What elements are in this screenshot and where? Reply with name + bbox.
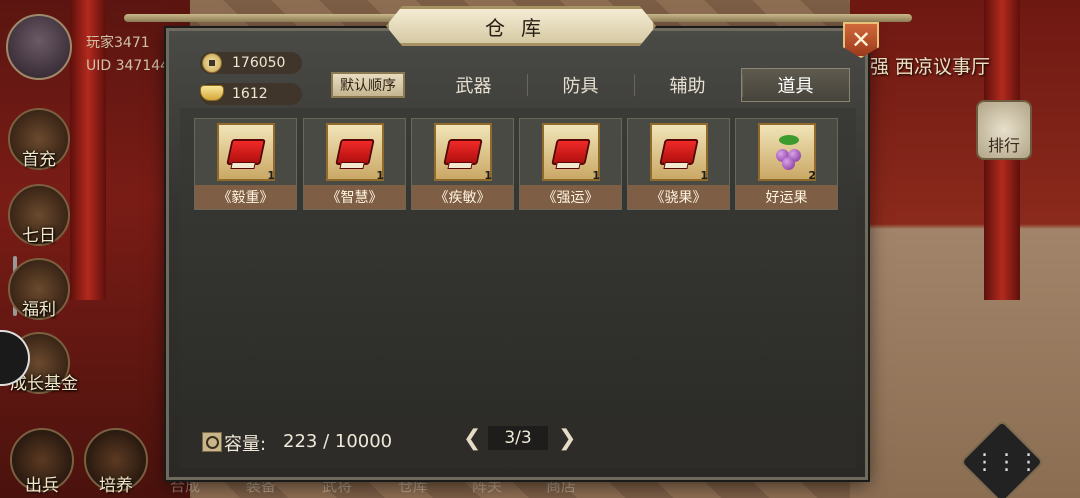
default-sort-button[interactable]: 默认顺序 bbox=[331, 72, 405, 98]
item-slot[interactable]: 1 《强运》 bbox=[519, 118, 622, 210]
player-avatar[interactable] bbox=[6, 14, 72, 80]
room-title: 强 西凉议事厅 bbox=[870, 56, 991, 78]
red-book-icon bbox=[659, 139, 699, 165]
item-icon-frame: 1 bbox=[650, 123, 708, 182]
left-hud: 玩家3471 UID 347144 首充 七日 福利 成长基金 出兵 培养 bbox=[0, 0, 180, 498]
item-name: 《毅重》 bbox=[195, 185, 296, 209]
fruit-leaf bbox=[779, 135, 799, 145]
purple-fruit-icon bbox=[774, 135, 804, 171]
item-name: 好运果 bbox=[736, 185, 837, 209]
item-count: 1 bbox=[484, 169, 492, 182]
item-count: 1 bbox=[376, 169, 384, 182]
item-name: 《智慧》 bbox=[304, 185, 405, 209]
first-recharge-button[interactable]: 首充 bbox=[8, 108, 70, 170]
battle-button[interactable]: 出兵 bbox=[10, 428, 74, 496]
item-name: 《骁果》 bbox=[628, 185, 729, 209]
welfare-label: 福利 bbox=[22, 300, 56, 320]
red-book-icon bbox=[443, 139, 483, 165]
first-recharge-label: 首充 bbox=[22, 150, 56, 170]
seven-day-button[interactable]: 七日 bbox=[8, 184, 70, 246]
item-icon-frame: 1 bbox=[217, 123, 275, 182]
next-page-button[interactable]: ❯ bbox=[558, 426, 576, 451]
previous-page-button[interactable]: ❮ bbox=[463, 426, 481, 451]
player-name: 玩家3471 bbox=[86, 35, 150, 51]
dialog-title: 仓库 bbox=[485, 16, 557, 40]
train-button[interactable]: 培养 bbox=[84, 428, 148, 496]
item-slot[interactable]: 1 《骁果》 bbox=[627, 118, 730, 210]
capacity-value: 223 / 10000 bbox=[283, 431, 393, 452]
seven-day-label: 七日 bbox=[22, 226, 56, 246]
item-slot[interactable]: 2 好运果 bbox=[735, 118, 838, 210]
red-book-icon bbox=[551, 139, 591, 165]
fruit-berry bbox=[782, 157, 795, 170]
item-icon-frame: 1 bbox=[434, 123, 492, 182]
item-icon-frame: 2 bbox=[758, 123, 816, 182]
train-label: 培养 bbox=[99, 476, 133, 496]
item-count: 1 bbox=[267, 169, 275, 182]
red-book-icon bbox=[226, 139, 266, 165]
item-slot[interactable]: 1 《智慧》 bbox=[303, 118, 406, 210]
copper-coin-icon bbox=[202, 53, 222, 73]
item-icon-frame: 1 bbox=[542, 123, 600, 182]
page-indicator: 3/3 bbox=[488, 426, 548, 450]
item-count: 2 bbox=[808, 169, 816, 182]
capacity-label: 容量: bbox=[224, 434, 267, 455]
item-count: 1 bbox=[592, 169, 600, 182]
tab-accessories[interactable]: 辅助 bbox=[634, 68, 741, 102]
item-icon-frame: 1 bbox=[326, 123, 384, 182]
tab-weapons[interactable]: 武器 bbox=[420, 68, 527, 102]
battle-label: 出兵 bbox=[25, 476, 59, 496]
item-count: 1 bbox=[700, 169, 708, 182]
category-tabs: 武器 防具 辅助 道具 bbox=[420, 68, 850, 102]
gold-currency: 1612 bbox=[200, 83, 302, 105]
item-name: 《疾敏》 bbox=[412, 185, 513, 209]
item-slot[interactable]: 1 《毅重》 bbox=[194, 118, 297, 210]
item-slot[interactable]: 1 《疾敏》 bbox=[411, 118, 514, 210]
item-name: 《强运》 bbox=[520, 185, 621, 209]
magnifier-icon bbox=[202, 432, 222, 452]
menu-icon: ⋮⋮⋮ bbox=[973, 449, 1040, 475]
welfare-button[interactable]: 福利 bbox=[8, 258, 70, 320]
gold-amount: 1612 bbox=[232, 86, 268, 102]
tab-items[interactable]: 道具 bbox=[741, 68, 850, 102]
tab-armor[interactable]: 防具 bbox=[527, 68, 634, 102]
copper-amount: 176050 bbox=[232, 55, 286, 71]
copper-currency: 176050 bbox=[200, 52, 302, 74]
player-uid: UID 347144 bbox=[86, 58, 170, 74]
rank-button[interactable]: 排行 bbox=[976, 100, 1032, 160]
gold-ingot-icon bbox=[200, 85, 224, 101]
rank-label: 排行 bbox=[987, 136, 1020, 155]
red-book-icon bbox=[335, 139, 375, 165]
